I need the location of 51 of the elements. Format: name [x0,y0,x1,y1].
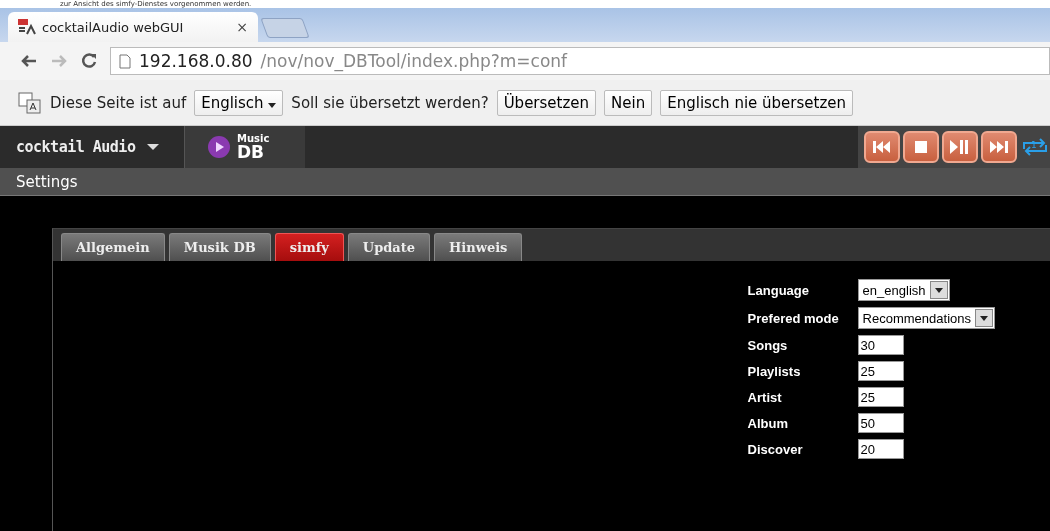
field-label: Discover [747,441,803,457]
settings-tab[interactable]: Musik DB [168,233,271,261]
cocktail-audio-logo: cocktail Audio [16,138,136,156]
browser-tab[interactable]: cocktailAudio webGUI × [8,12,258,42]
music-db-label: DB [237,143,265,161]
select-field[interactable]: Recommendations [857,307,995,329]
input-field[interactable]: 25 [857,387,904,407]
input-field[interactable]: 20 [857,439,904,459]
field-label: Language [747,282,809,298]
translate-bar-button[interactable]: Englisch nie übersetzen [660,89,853,116]
field-label: Songs [747,337,788,353]
previous-icon [873,140,891,154]
translate-bar-button[interactable]: Nein [604,89,653,116]
settings-tab[interactable]: simfy [274,233,344,261]
page-icon [119,53,131,69]
field-label: Prefered mode [747,310,839,326]
dropdown-arrow-icon [980,315,988,321]
translate-prompt: Diese Seite ist auf [50,93,187,112]
language-dropdown[interactable]: Englisch [194,89,284,116]
tab-title: cocktailAudio webGUI [42,19,185,35]
translate-bar-button[interactable]: Übersetzen [496,89,597,116]
play-pause-icon [950,140,970,154]
back-icon[interactable] [20,53,38,69]
input-field[interactable]: 25 [857,361,904,381]
close-icon[interactable]: × [236,19,248,35]
play-pause-button[interactable] [942,131,978,163]
translate-icon [18,91,42,114]
caret-icon [268,102,277,108]
dropdown-arrow-icon [934,287,943,293]
music-db-label: Music [237,133,270,144]
translate-question: Soll sie übersetzt werden? [291,93,489,112]
settings-tab[interactable]: Allgemein [61,233,165,261]
reload-icon[interactable] [80,52,98,70]
stop-icon [914,140,928,154]
settings-tab[interactable]: Hinweis [434,233,523,261]
next-icon [990,140,1008,154]
music-db-icon[interactable] [207,135,231,159]
input-field[interactable]: 30 [857,335,904,355]
previous-button[interactable] [864,131,900,163]
settings-title: Settings [16,172,78,191]
input-field[interactable]: 50 [857,413,904,433]
field-label: Playlists [747,363,801,379]
app-icon [18,19,36,35]
field-label: Album [747,415,789,431]
settings-tab[interactable]: Update [347,233,431,261]
field-label: Artist [747,389,782,405]
address-bar[interactable]: 192.168.0.80 /nov/nov_DBTool/index.php?m=conf [110,47,1050,75]
next-button[interactable] [981,131,1017,163]
stop-button[interactable] [903,131,939,163]
select-field[interactable]: en_english [857,279,950,301]
caret-icon[interactable] [147,143,160,151]
